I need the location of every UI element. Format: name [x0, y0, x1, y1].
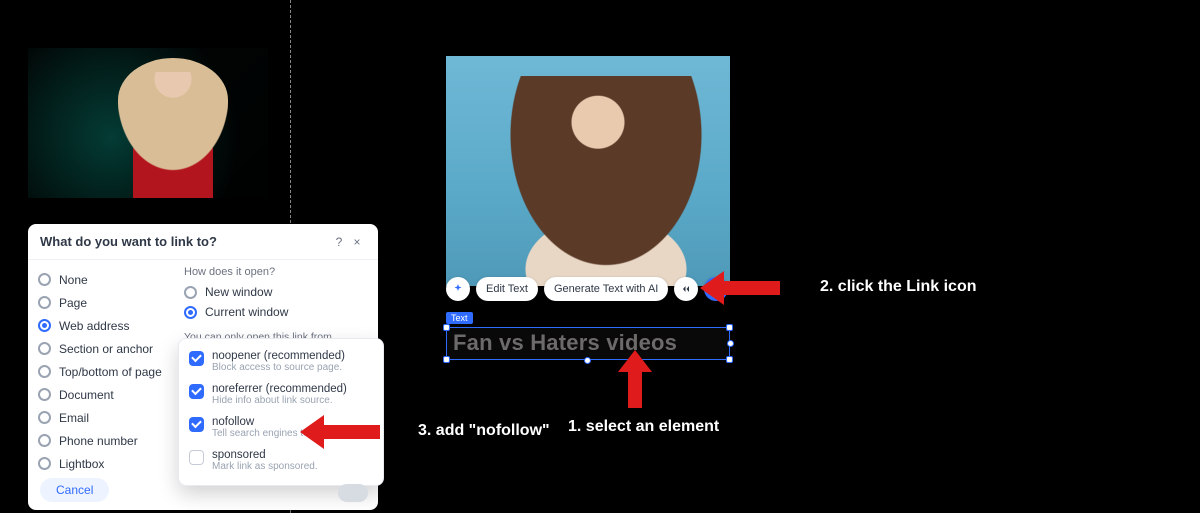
annotation-arrow-3 [300, 415, 380, 449]
resize-handle[interactable] [726, 324, 733, 331]
edit-text-button[interactable]: Edit Text [476, 277, 538, 301]
link-type-phone[interactable]: Phone number [38, 429, 168, 452]
text-element-toolbar: Edit Text Generate Text with AI [446, 276, 728, 302]
canvas-image-left[interactable] [28, 48, 268, 198]
resize-handle[interactable] [726, 356, 733, 363]
attr-noreferrer[interactable]: noreferrer (recommended)Hide info about … [187, 378, 375, 411]
open-current-window[interactable]: Current window [184, 302, 366, 322]
canvas-image-right[interactable] [446, 56, 730, 286]
close-icon[interactable]: × [348, 235, 366, 249]
annotation-arrow-1 [618, 350, 652, 408]
link-type-none[interactable]: None [38, 268, 168, 291]
checkbox-icon [189, 417, 204, 432]
radio-icon [38, 365, 51, 378]
chevrons-icon [680, 283, 692, 295]
link-type-email[interactable]: Email [38, 406, 168, 429]
resize-handle[interactable] [443, 324, 450, 331]
checkbox-icon [189, 450, 204, 465]
selected-text-element[interactable]: Text Fan vs Haters videos [446, 308, 730, 360]
annotation-text-1: 1. select an element [568, 418, 719, 436]
radio-icon [184, 286, 197, 299]
open-new-window[interactable]: New window [184, 282, 366, 302]
link-dialog: What do you want to link to? ? × None Pa… [28, 224, 378, 510]
link-type-list: None Page Web address Section or anchor … [28, 260, 178, 468]
radio-icon [38, 457, 51, 470]
animation-button[interactable] [446, 277, 470, 301]
selection-type-tag: Text [446, 312, 473, 324]
cancel-button[interactable]: Cancel [40, 478, 109, 502]
open-section-title: How does it open? [184, 266, 366, 278]
checkbox-icon [189, 384, 204, 399]
radio-icon [38, 319, 51, 332]
checkbox-icon [189, 351, 204, 366]
radio-icon [38, 273, 51, 286]
attr-noopener[interactable]: noopener (recommended)Block access to so… [187, 345, 375, 378]
radio-icon [184, 306, 197, 319]
resize-handle[interactable] [584, 357, 591, 364]
resize-handle[interactable] [443, 356, 450, 363]
link-type-web-address[interactable]: Web address [38, 314, 168, 337]
link-type-section[interactable]: Section or anchor [38, 337, 168, 360]
link-type-page[interactable]: Page [38, 291, 168, 314]
resize-handle[interactable] [727, 340, 734, 347]
help-icon[interactable]: ? [330, 235, 348, 249]
link-attributes-card: noopener (recommended)Block access to so… [178, 338, 384, 486]
more-button[interactable] [674, 277, 698, 301]
annotation-text-3: 3. add "nofollow" [418, 422, 550, 440]
annotation-text-2: 2. click the Link icon [820, 278, 977, 296]
dialog-title: What do you want to link to? [40, 234, 330, 249]
radio-icon [38, 411, 51, 424]
radio-icon [38, 434, 51, 447]
radio-icon [38, 296, 51, 309]
annotation-arrow-2 [700, 271, 780, 305]
link-type-document[interactable]: Document [38, 383, 168, 406]
radio-icon [38, 388, 51, 401]
disabled-apply-pill [338, 484, 368, 502]
link-type-topbottom[interactable]: Top/bottom of page [38, 360, 168, 383]
sparkle-icon [452, 283, 464, 295]
radio-icon [38, 342, 51, 355]
generate-ai-button[interactable]: Generate Text with AI [544, 277, 668, 301]
